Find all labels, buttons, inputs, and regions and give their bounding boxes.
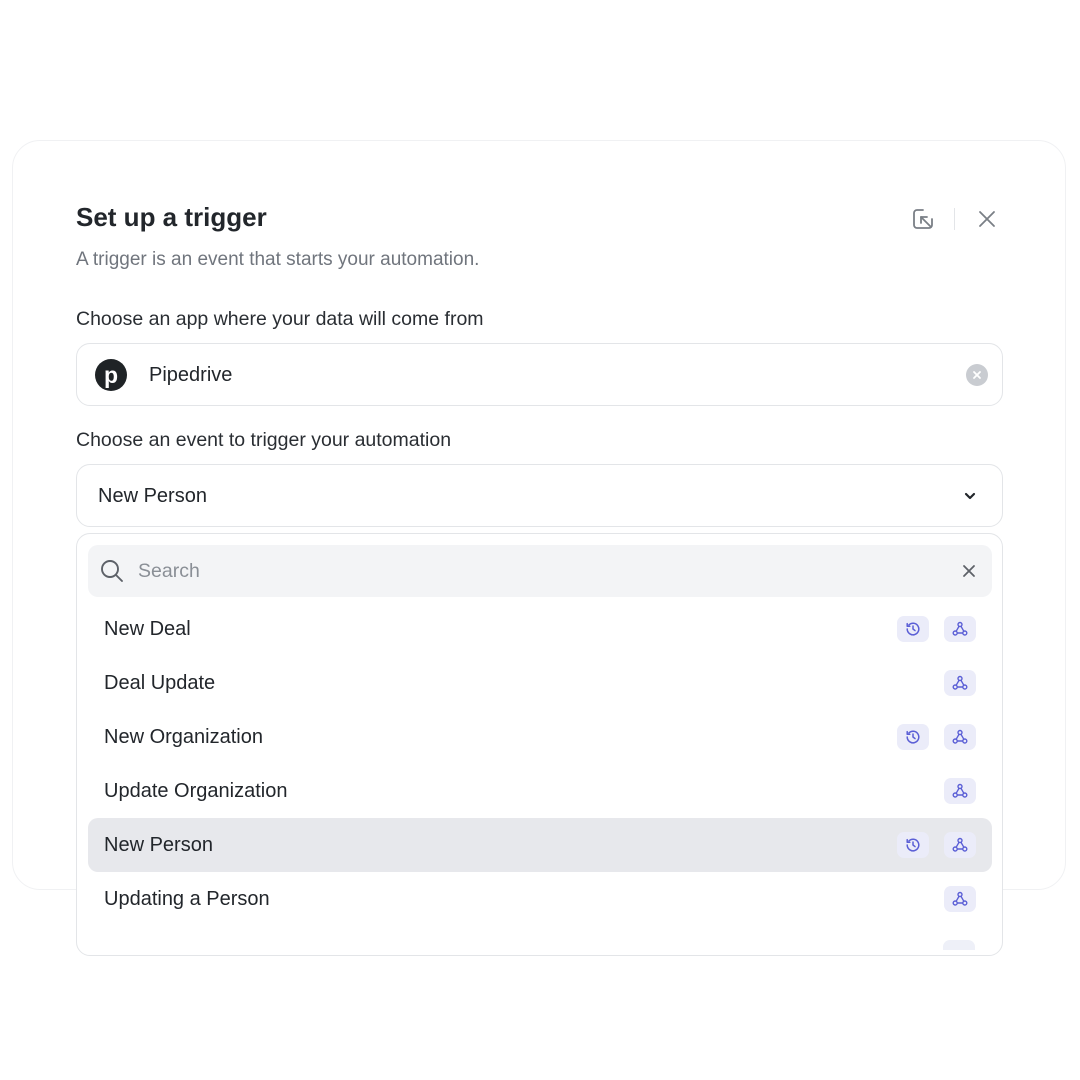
app-select-field[interactable]: p Pipedrive bbox=[76, 343, 1003, 406]
webhook-icon bbox=[952, 675, 968, 690]
webhook-badge bbox=[944, 616, 976, 642]
pipedrive-logo-icon: p bbox=[95, 359, 127, 391]
event-option[interactable]: New Deal bbox=[88, 602, 992, 656]
webhook-badge bbox=[944, 832, 976, 858]
search-clear-icon[interactable] bbox=[960, 562, 978, 580]
webhook-icon bbox=[952, 891, 968, 906]
header-divider bbox=[954, 208, 955, 230]
event-option-label: New Deal bbox=[104, 618, 191, 640]
event-option-label: New Organization bbox=[104, 726, 263, 748]
event-select-value: New Person bbox=[98, 485, 207, 507]
event-option[interactable]: Update Organization bbox=[88, 764, 992, 818]
history-clock-icon bbox=[906, 622, 920, 636]
chevron-down-icon bbox=[964, 492, 976, 500]
event-dropdown-menu: New Deal Deal Update New Organization Up… bbox=[76, 533, 1003, 956]
clear-app-button[interactable] bbox=[966, 364, 988, 386]
dialog-subtitle: A trigger is an event that starts your a… bbox=[76, 249, 480, 270]
event-search-box bbox=[88, 545, 992, 597]
event-option[interactable]: New Person bbox=[88, 818, 992, 872]
history-clock-icon bbox=[906, 730, 920, 744]
event-option-label: New Person bbox=[104, 834, 213, 856]
close-button[interactable] bbox=[972, 204, 1002, 234]
history-badge bbox=[897, 832, 929, 858]
event-search-input[interactable] bbox=[138, 545, 928, 597]
webhook-badge bbox=[944, 724, 976, 750]
event-select-label: Choose an event to trigger your automati… bbox=[76, 429, 452, 451]
webhook-badge bbox=[944, 670, 976, 696]
event-select-field[interactable]: New Person bbox=[76, 464, 1003, 527]
app-select-label: Choose an app where your data will come … bbox=[76, 308, 484, 330]
history-badge bbox=[897, 616, 929, 642]
webhook-badge bbox=[944, 886, 976, 912]
webhook-icon bbox=[952, 729, 968, 744]
next-item-badge-peek bbox=[943, 940, 975, 950]
history-clock-icon bbox=[906, 838, 920, 852]
webhook-icon bbox=[952, 783, 968, 798]
dialog-header-actions bbox=[908, 204, 1002, 234]
webhook-icon bbox=[952, 621, 968, 636]
minimize-button[interactable] bbox=[908, 204, 938, 234]
clear-circle-icon bbox=[973, 371, 981, 379]
webhook-badge bbox=[944, 778, 976, 804]
app-select-value: Pipedrive bbox=[149, 364, 233, 386]
event-option[interactable]: New Organization bbox=[88, 710, 992, 764]
event-option[interactable]: Deal Update bbox=[88, 656, 992, 710]
event-option-label: Update Organization bbox=[104, 780, 288, 802]
search-icon bbox=[101, 560, 123, 582]
event-option[interactable]: Updating a Person bbox=[88, 872, 992, 926]
dialog-title: Set up a trigger bbox=[76, 202, 267, 232]
event-option-label: Deal Update bbox=[104, 672, 216, 694]
minimize-to-corner-icon bbox=[913, 209, 933, 229]
close-icon bbox=[979, 211, 995, 227]
event-option-label: Updating a Person bbox=[104, 888, 270, 910]
history-badge bbox=[897, 724, 929, 750]
webhook-icon bbox=[952, 837, 968, 852]
